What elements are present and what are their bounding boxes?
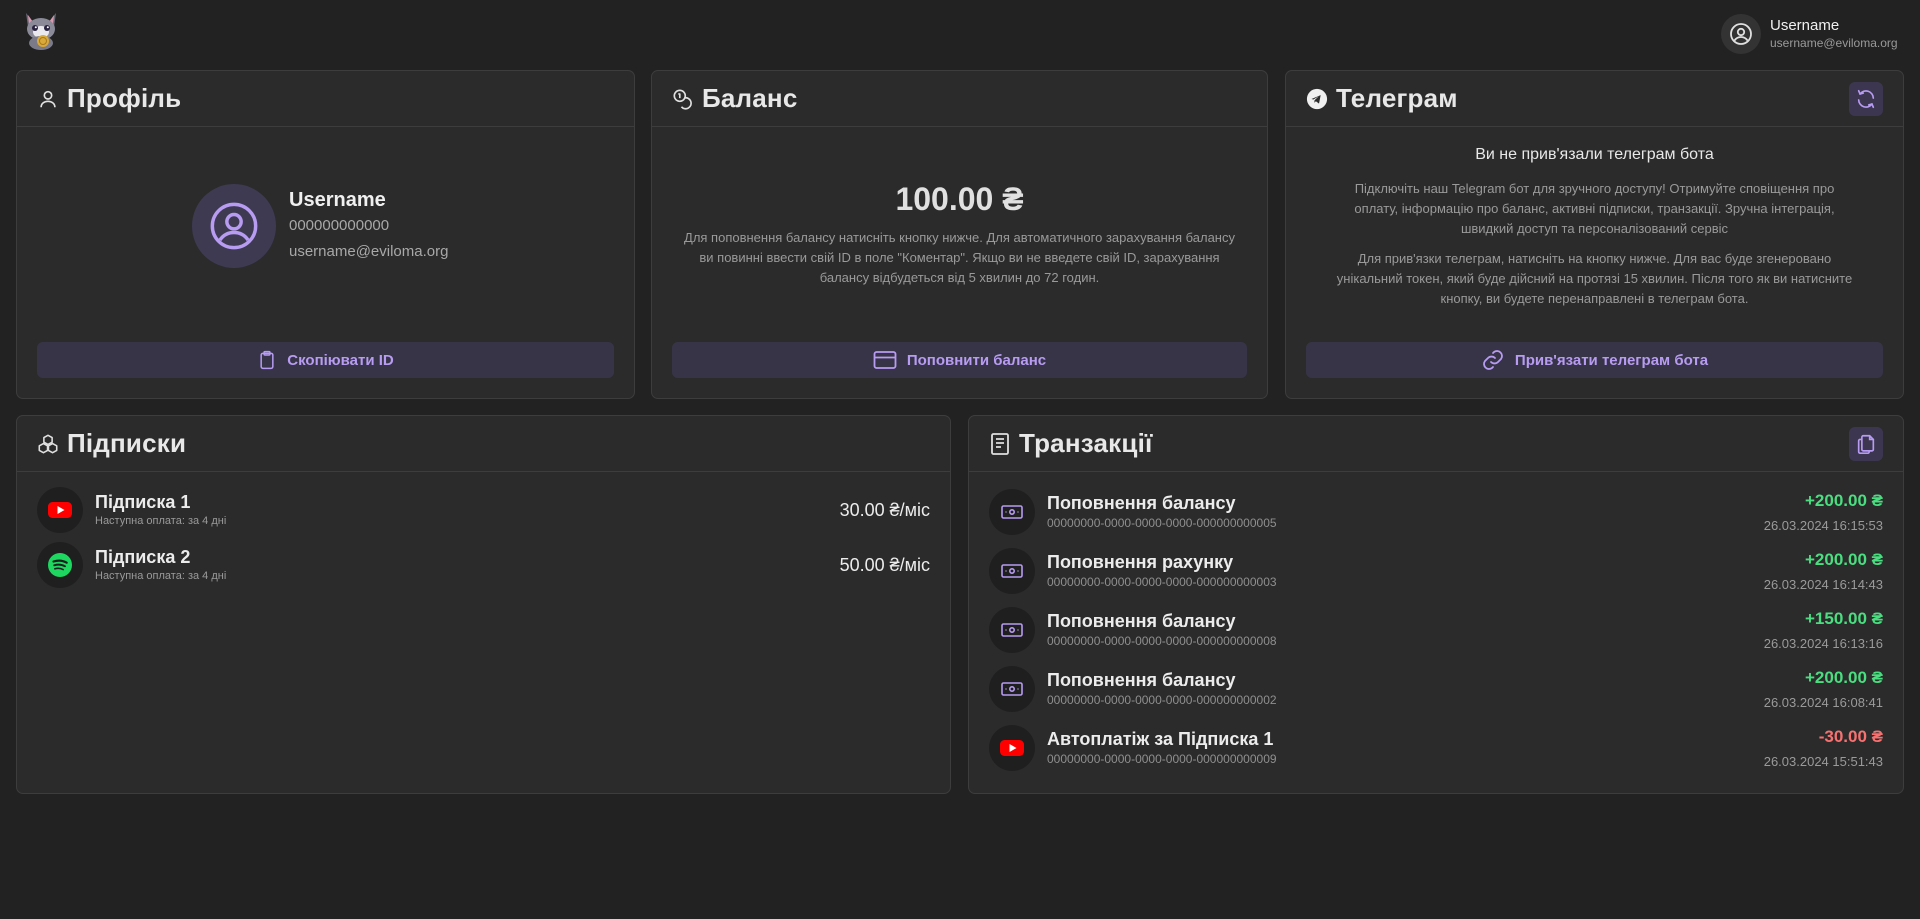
subscription-next-payment: Наступна оплата: за 4 дні xyxy=(95,515,227,527)
user-menu[interactable]: Username username@eviloma.org xyxy=(1721,14,1911,54)
profile-info: Username 000000000000 username@eviloma.o… xyxy=(192,184,448,268)
telegram-icon xyxy=(1306,88,1328,110)
topup-balance-label: Поповнити баланс xyxy=(906,351,1047,369)
profile-email: username@eviloma.org xyxy=(289,243,449,260)
subscription-price: 50.00 ₴/міс xyxy=(839,554,930,575)
transaction-date: 26.03.2024 16:13:16 xyxy=(1763,635,1883,651)
transaction-id: 00000000-0000-0000-0000-000000000009 xyxy=(1047,752,1277,766)
transaction-date: 26.03.2024 16:14:43 xyxy=(1763,576,1883,592)
balance-description: Для поповнення балансу натисніть кнопку … xyxy=(684,230,1235,285)
copy-id-label: Скопіювати ID xyxy=(287,351,394,369)
user-icon xyxy=(37,88,59,110)
transactions-title: Транзакції xyxy=(1019,428,1153,458)
transaction-id: 00000000-0000-0000-0000-000000000005 xyxy=(1047,516,1277,530)
transaction-row[interactable]: Поповнення балансу 00000000-0000-0000-000… xyxy=(989,666,1883,712)
user-avatar-icon xyxy=(1721,14,1761,54)
subscription-price: 30.00 ₴/міс xyxy=(839,499,930,520)
transaction-id: 00000000-0000-0000-0000-000000000003 xyxy=(1047,575,1277,589)
transaction-name: Поповнення балансу xyxy=(1047,493,1236,513)
boxes-icon xyxy=(37,433,59,455)
transaction-id: 00000000-0000-0000-0000-000000000008 xyxy=(1047,634,1277,648)
profile-card: Профіль Username 000000000000 username@e… xyxy=(16,70,635,399)
refresh-icon xyxy=(1857,89,1875,109)
transactions-history-button[interactable] xyxy=(1849,427,1883,461)
telegram-card: Телеграм Ви не прив'язали телеграм бота … xyxy=(1285,70,1904,399)
subscription-name: Підписка 1 xyxy=(95,492,191,512)
copy-id-button[interactable]: Скопіювати ID xyxy=(37,342,614,378)
telegram-paragraph-2: Для прив'язки телеграм, натисніть на кно… xyxy=(1336,251,1853,306)
link-telegram-button[interactable]: Прив'язати телеграм бота xyxy=(1306,342,1883,378)
transactions-card: Транзакції Поповнення балансу 00000000-00… xyxy=(968,415,1904,794)
subscription-name: Підписка 2 xyxy=(95,547,191,567)
topup-balance-button[interactable]: Поповнити баланс xyxy=(672,342,1247,378)
subscription-next-payment: Наступна оплата: за 4 дні xyxy=(95,570,227,582)
telegram-title: Телеграм xyxy=(1336,83,1458,113)
cat-logo-icon[interactable] xyxy=(20,9,62,51)
subscriptions-card: Підписки Підписка 1 Наступна оплата: за … xyxy=(16,415,951,794)
balance-amount: 100.00 ₴ xyxy=(895,181,1024,217)
credit-card-icon xyxy=(873,351,897,369)
transaction-name: Поповнення рахунку xyxy=(1047,552,1234,572)
profile-name: Username xyxy=(289,189,386,211)
transaction-row[interactable]: Поповнення балансу 00000000-0000-0000-000… xyxy=(989,607,1883,653)
subscription-item[interactable]: Підписка 1 Наступна оплата: за 4 дні 30.… xyxy=(37,487,930,533)
transaction-date: 26.03.2024 16:08:41 xyxy=(1763,694,1883,710)
telegram-paragraph-1: Підключіть наш Telegram бот для зручного… xyxy=(1354,181,1835,236)
transaction-row[interactable]: Поповнення балансу 00000000-0000-0000-000… xyxy=(989,489,1883,535)
balance-card-header: Баланс xyxy=(652,71,1267,127)
transaction-row[interactable]: Автоплатіж за Підписка 1 00000000-0000-00… xyxy=(989,725,1883,771)
subscription-item[interactable]: Підписка 2 Наступна оплата: за 4 дні 50.… xyxy=(37,542,930,588)
subscriptions-card-header: Підписки xyxy=(17,416,950,472)
transaction-amount: +200.00 ₴ xyxy=(1805,549,1883,569)
transaction-amount: +200.00 ₴ xyxy=(1805,490,1883,510)
spotify-icon xyxy=(37,542,83,588)
transaction-row[interactable]: Поповнення рахунку 00000000-0000-0000-000… xyxy=(989,548,1883,594)
user-email: username@eviloma.org xyxy=(1770,36,1898,50)
receipt-icon xyxy=(989,432,1011,455)
link-telegram-label: Прив'язати телеграм бота xyxy=(1514,351,1709,369)
user-name: Username xyxy=(1770,17,1840,34)
balance-card: Баланс 100.00 ₴ Для поповнення балансу н… xyxy=(651,70,1268,399)
telegram-status: Ви не прив'язали телеграм бота xyxy=(1475,146,1714,163)
youtube-icon xyxy=(37,487,83,533)
top-bar: Username username@eviloma.org xyxy=(0,0,1920,62)
subscriptions-title: Підписки xyxy=(67,428,187,458)
transaction-name: Автоплатіж за Підписка 1 xyxy=(1047,729,1274,749)
youtube-icon xyxy=(989,725,1035,771)
clipboard-icon xyxy=(260,350,274,370)
profile-title: Профіль xyxy=(67,83,182,113)
cash-icon xyxy=(989,607,1035,653)
transaction-amount: +200.00 ₴ xyxy=(1805,667,1883,687)
transaction-id: 00000000-0000-0000-0000-000000000002 xyxy=(1047,693,1277,707)
profile-avatar-icon xyxy=(192,184,276,268)
balance-title: Баланс xyxy=(702,83,798,113)
transaction-amount: +150.00 ₴ xyxy=(1805,608,1883,628)
transaction-date: 26.03.2024 15:51:43 xyxy=(1763,753,1883,769)
cash-icon xyxy=(989,666,1035,712)
cash-icon xyxy=(989,489,1035,535)
documents-icon xyxy=(1857,434,1875,454)
transaction-name: Поповнення балансу xyxy=(1047,670,1236,690)
transactions-card-header: Транзакції xyxy=(969,416,1903,472)
link-icon xyxy=(1483,350,1503,370)
telegram-card-header: Телеграм xyxy=(1286,71,1903,127)
transaction-name: Поповнення балансу xyxy=(1047,611,1236,631)
cash-icon xyxy=(989,548,1035,594)
transaction-date: 26.03.2024 16:15:53 xyxy=(1763,517,1883,533)
coins-icon xyxy=(672,88,694,110)
profile-id: 000000000000 xyxy=(289,217,390,234)
transaction-amount: -30.00 ₴ xyxy=(1818,726,1883,746)
profile-card-header: Профіль xyxy=(17,71,634,127)
refresh-button[interactable] xyxy=(1849,82,1883,116)
